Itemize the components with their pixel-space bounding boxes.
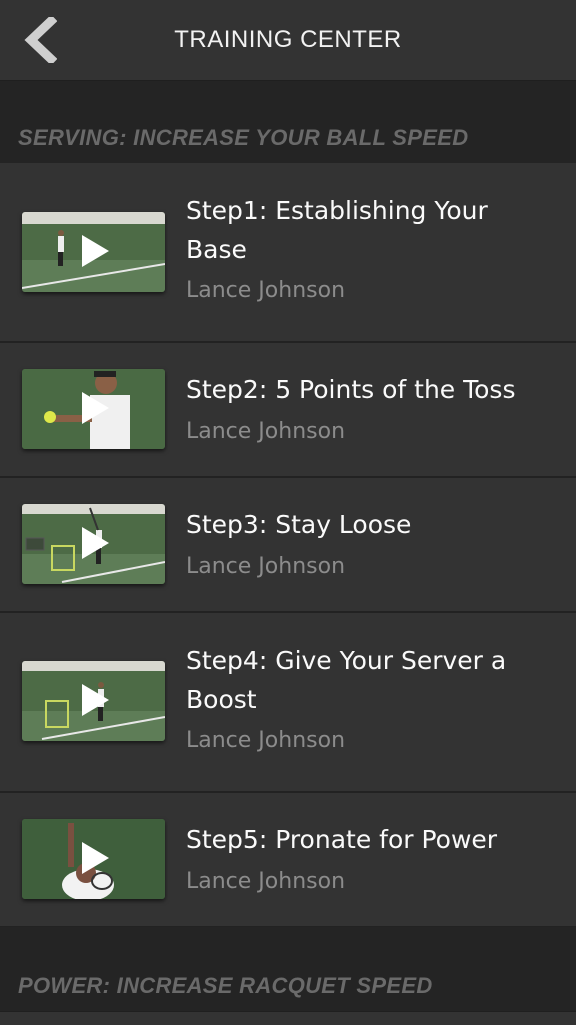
navigation-bar: TRAINING CENTER	[0, 0, 576, 81]
play-icon	[82, 392, 109, 424]
play-icon	[82, 684, 109, 716]
video-thumbnail	[22, 212, 165, 292]
video-thumbnail	[22, 661, 165, 741]
play-icon	[82, 527, 109, 559]
video-thumbnail	[22, 504, 165, 584]
item-title: Step3: Stay Loose	[186, 510, 412, 539]
item-title: Step4: Give Your Server a Boost	[186, 646, 507, 714]
list-item[interactable]: Step5: Pronate for Power Lance Johnson	[0, 793, 576, 928]
list-item[interactable]	[0, 1011, 576, 1025]
item-title: Step2: 5 Points of the Toss	[186, 375, 516, 404]
item-author: Lance Johnson	[186, 278, 346, 303]
play-icon	[82, 842, 109, 874]
item-title: Step5: Pronate for Power	[186, 825, 498, 854]
item-author: Lance Johnson	[186, 728, 346, 753]
list-item[interactable]: Step4: Give Your Server a Boost Lance Jo…	[0, 613, 576, 793]
section-header-power: POWER: INCREASE RACQUET SPEED	[0, 927, 576, 1011]
item-author: Lance Johnson	[186, 554, 346, 579]
list-item[interactable]: Step3: Stay Loose Lance Johnson	[0, 478, 576, 613]
list-item[interactable]: Step2: 5 Points of the Toss Lance Johnso…	[0, 343, 576, 478]
section-title: SERVING: INCREASE YOUR BALL SPEED	[18, 125, 469, 150]
item-title: Step1: Establishing Your Base	[186, 196, 488, 264]
page-title: TRAINING CENTER	[174, 26, 402, 53]
video-thumbnail	[22, 819, 165, 899]
item-author: Lance Johnson	[186, 419, 346, 444]
section-title: POWER: INCREASE RACQUET SPEED	[18, 973, 433, 998]
section-header-serving: SERVING: INCREASE YOUR BALL SPEED	[0, 81, 576, 163]
video-thumbnail	[22, 369, 165, 449]
play-icon	[82, 235, 109, 267]
list-item[interactable]: Step1: Establishing Your Base Lance John…	[0, 163, 576, 343]
item-author: Lance Johnson	[186, 869, 346, 894]
